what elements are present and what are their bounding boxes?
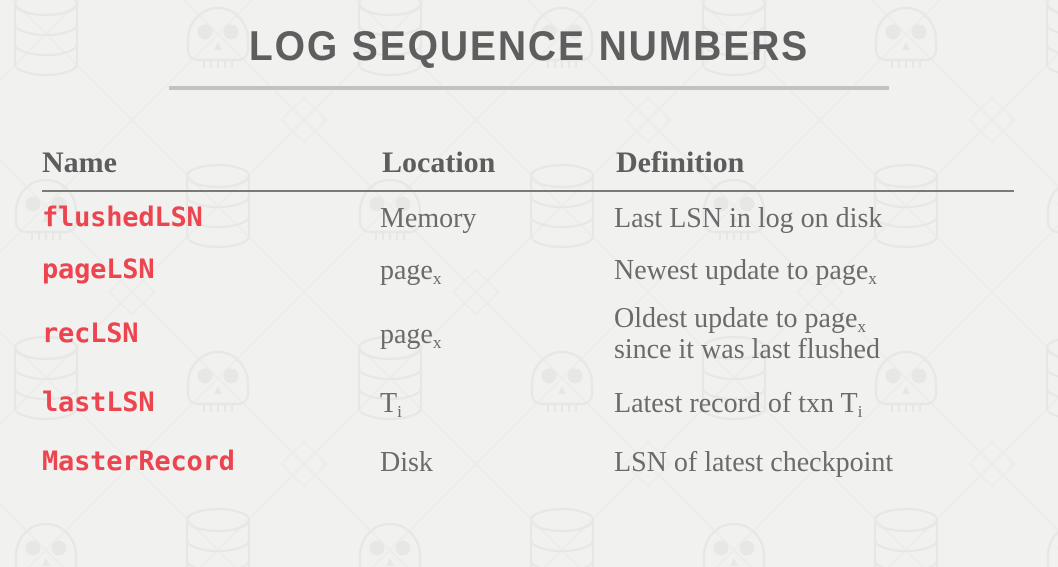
definition-subscript: i: [857, 401, 863, 421]
table-body: flushedLSN Memory Last LSN in log on dis…: [42, 191, 1014, 490]
definition-line-1: Oldest update to page: [614, 303, 858, 334]
location-subscript: x: [432, 332, 442, 352]
lsn-location-recLSN: pagex: [380, 296, 614, 372]
table-row: MasterRecord Disk LSN of latest checkpoi…: [42, 434, 1014, 490]
lsn-definition-pageLSN: Newest update to pagex: [614, 244, 1014, 296]
lsn-definition-flushedLSN: Last LSN in log on disk: [614, 191, 1014, 244]
log-sequence-numbers-table: Name Location Definition flushedLSN Memo…: [42, 146, 1014, 490]
table-row: pageLSN pagex Newest update to pagex: [42, 244, 1014, 296]
column-header-name: Name: [42, 146, 380, 192]
table-header-row: Name Location Definition: [42, 146, 1014, 192]
definition-line-1: Latest record of txn T: [614, 387, 858, 419]
title-underline-rule: [169, 86, 889, 90]
location-subscript: i: [397, 401, 402, 421]
column-header-definition: Definition: [614, 146, 1014, 192]
lsn-name-MasterRecord: MasterRecord: [42, 446, 235, 477]
lsn-location-flushedLSN: Memory: [380, 191, 614, 244]
lsn-name-lastLSN: lastLSN: [42, 387, 155, 418]
definition-subscript: x: [857, 316, 867, 336]
slide-canvas: Log Sequence Numbers Name Location Defin…: [0, 0, 1058, 567]
definition-subscript: x: [868, 268, 877, 288]
definition-line-2: since it was last flushed: [614, 334, 880, 365]
location-text: T: [380, 387, 398, 419]
location-text: page: [380, 318, 433, 350]
title-block: Log Sequence Numbers: [0, 22, 1058, 90]
location-text: Disk: [380, 446, 433, 478]
column-header-location: Location: [380, 146, 614, 192]
location-subscript: x: [432, 268, 442, 288]
lsn-definition-lastLSN: Latest record of txn Ti: [614, 372, 1014, 434]
table-row: lastLSN Ti Latest record of txn Ti: [42, 372, 1014, 434]
lsn-location-MasterRecord: Disk: [380, 434, 614, 490]
lsn-name-flushedLSN: flushedLSN: [42, 202, 203, 233]
lsn-name-recLSN: recLSN: [42, 318, 139, 349]
lsn-definition-recLSN: Oldest update to pagex since it was last …: [614, 296, 1014, 372]
location-text: page: [380, 254, 433, 286]
lsn-name-pageLSN: pageLSN: [42, 254, 155, 285]
lsn-definition-MasterRecord: LSN of latest checkpoint: [614, 434, 1014, 490]
lsn-location-lastLSN: Ti: [380, 372, 614, 434]
definition-line-1: Newest update to page: [614, 254, 869, 286]
page-title: Log Sequence Numbers: [248, 22, 810, 69]
location-text: Memory: [380, 202, 477, 234]
definition-line-1: Last LSN in log on disk: [614, 202, 883, 234]
lsn-location-pageLSN: pagex: [380, 244, 614, 296]
definition-line-1: LSN of latest checkpoint: [614, 446, 894, 478]
table-header: Name Location Definition: [42, 146, 1014, 192]
table-row: flushedLSN Memory Last LSN in log on dis…: [42, 191, 1014, 244]
table-row: recLSN pagex Oldest update to pagex since…: [42, 296, 1014, 372]
